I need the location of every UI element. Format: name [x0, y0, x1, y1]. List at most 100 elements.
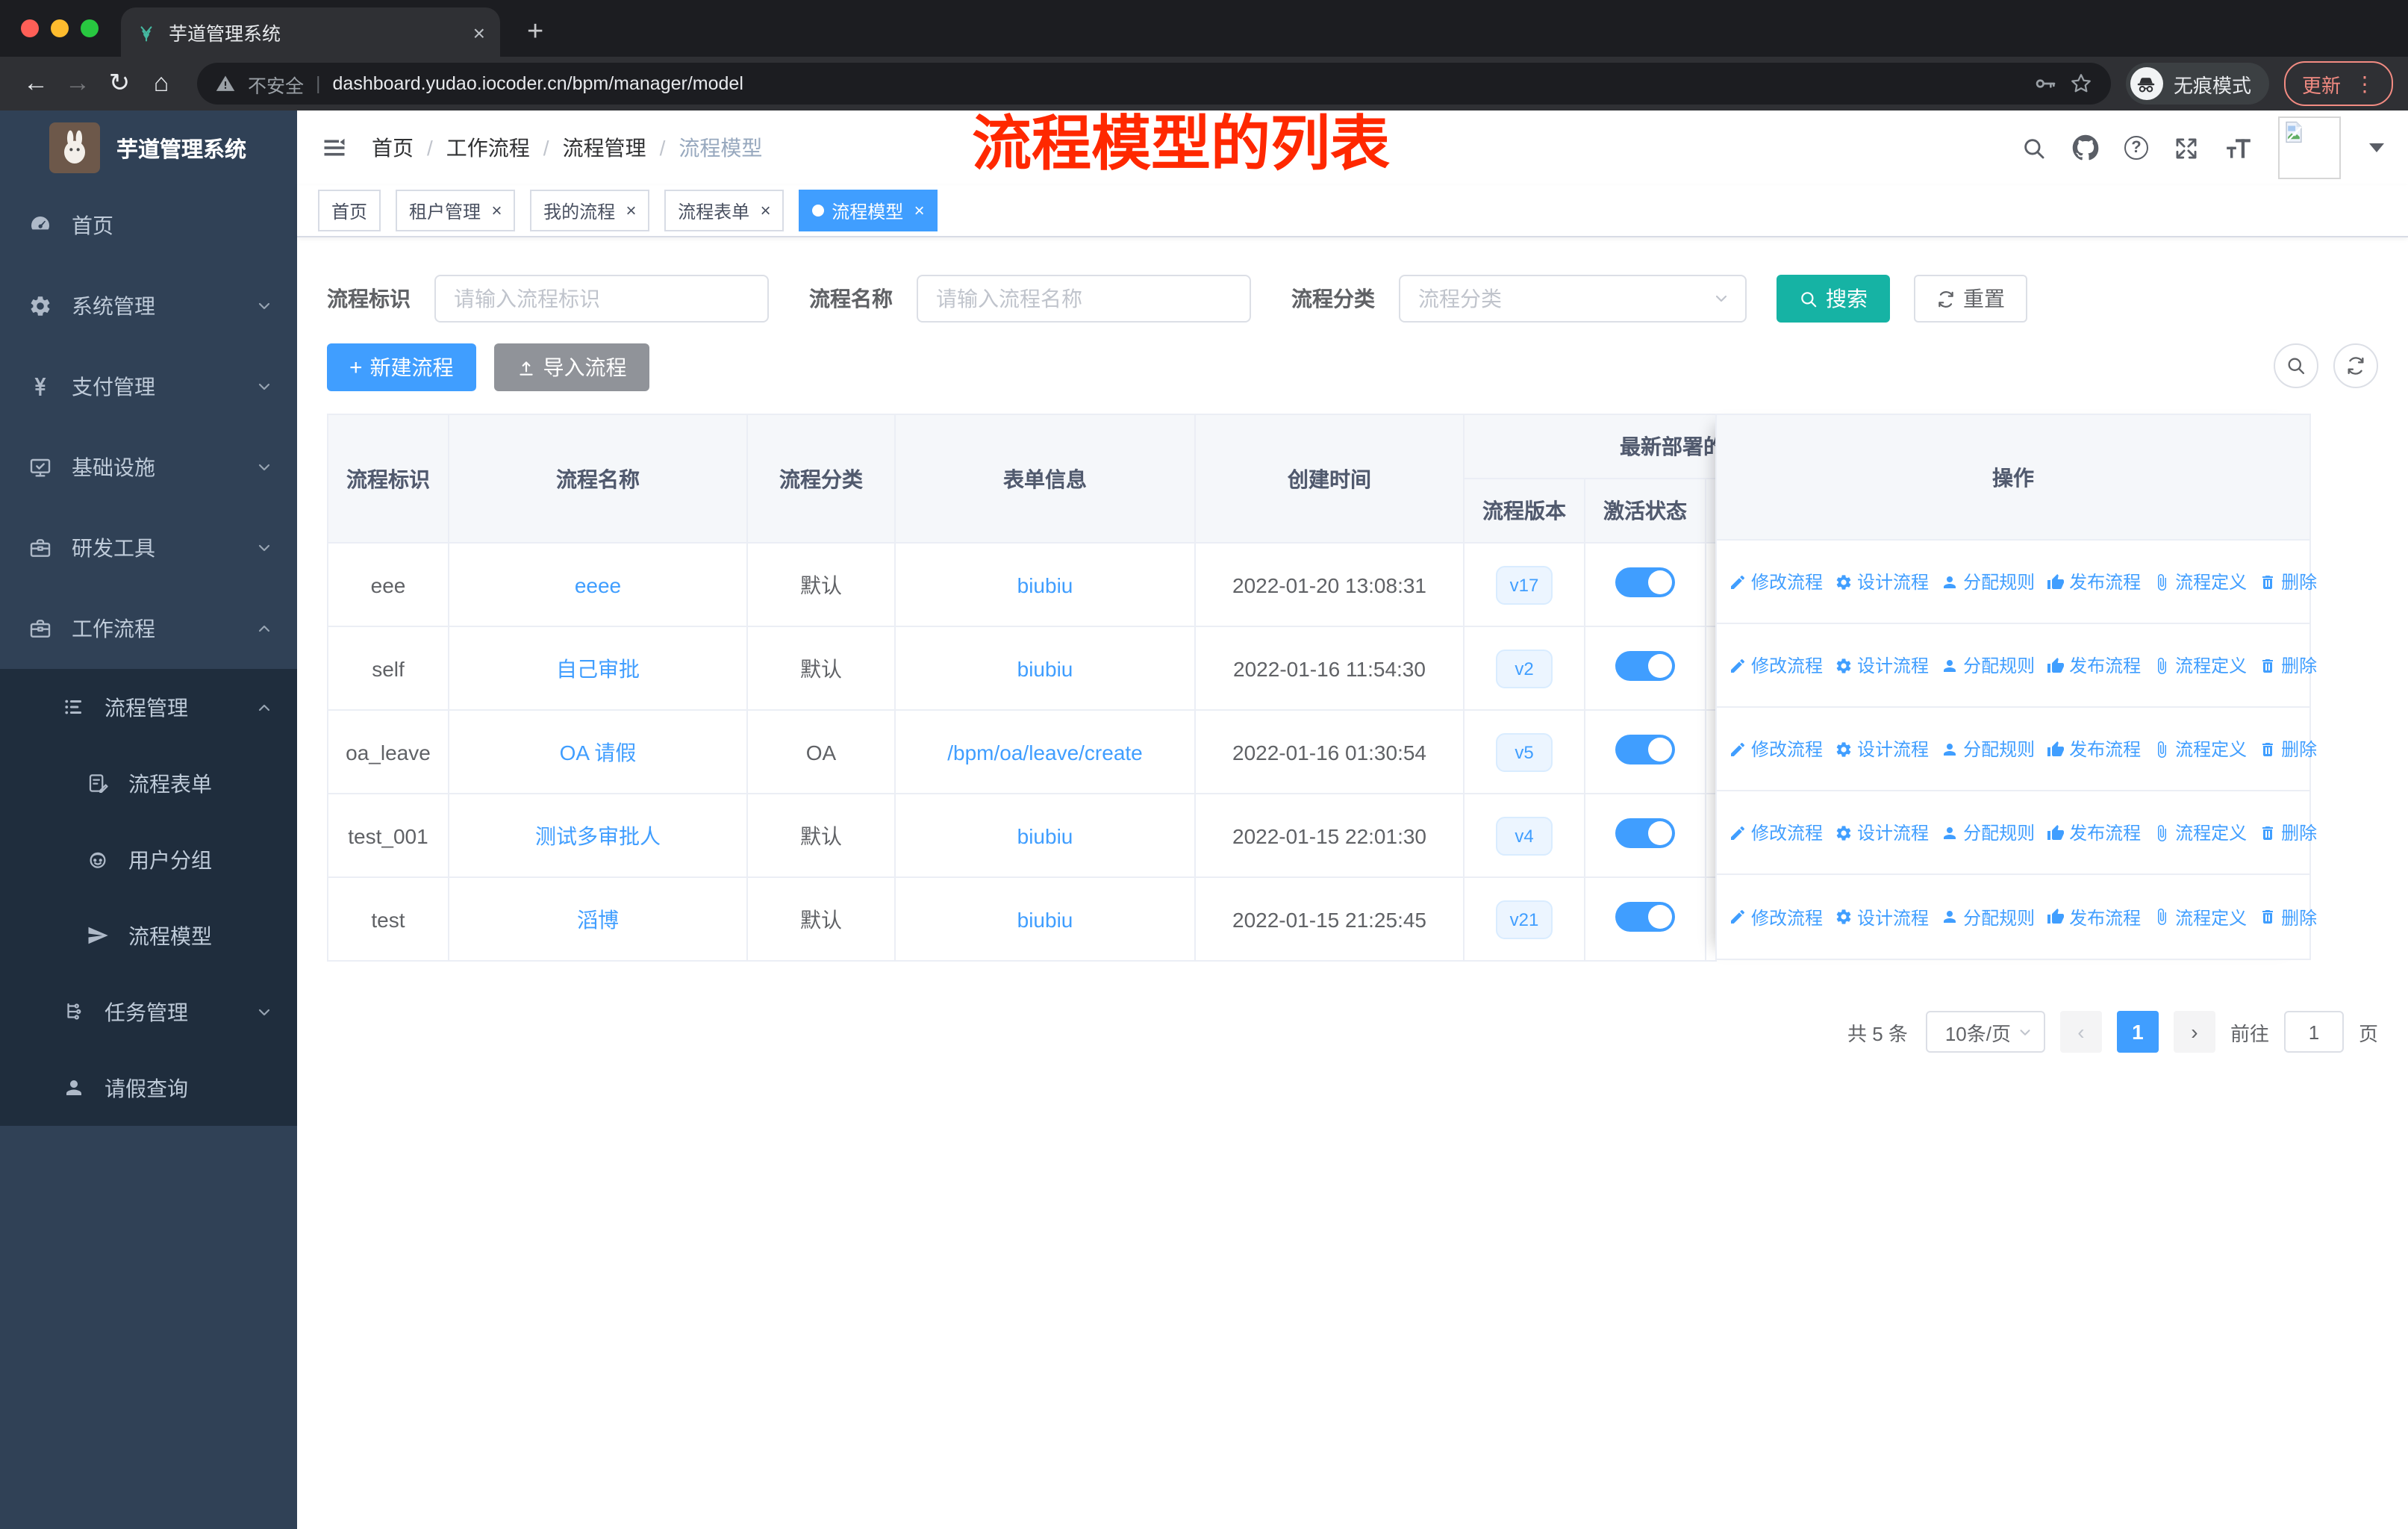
sidebar-subitem[interactable]: 流程模型	[0, 897, 297, 974]
sidebar-item[interactable]: 研发工具	[0, 508, 297, 588]
operation-link[interactable]: 设计流程	[1835, 736, 1929, 762]
font-size-icon[interactable]	[2224, 134, 2253, 162]
operation-link[interactable]: 删除	[2259, 820, 2317, 845]
sidebar-subitem[interactable]: 用户分组	[0, 821, 297, 897]
prev-page-button[interactable]: ‹	[2059, 1011, 2102, 1053]
operation-link[interactable]: 设计流程	[1835, 820, 1929, 845]
fullscreen-icon[interactable]	[2174, 135, 2199, 161]
operation-link[interactable]: 流程定义	[2153, 736, 2247, 762]
sidebar-item[interactable]: 工作流程	[0, 588, 297, 669]
sidebar-logo[interactable]: 芋道管理系统	[0, 110, 297, 185]
breadcrumb-item[interactable]: 首页	[372, 133, 433, 163]
status-toggle[interactable]	[1615, 735, 1675, 764]
form-info-link[interactable]: biubiu	[1017, 823, 1073, 847]
create-process-button[interactable]: + 新建流程	[327, 343, 476, 391]
page-1-button[interactable]: 1	[2116, 1011, 2159, 1053]
operation-link[interactable]: 流程定义	[2153, 820, 2247, 845]
status-toggle[interactable]	[1615, 651, 1675, 681]
search-button[interactable]: 搜索	[1777, 275, 1890, 323]
operation-link[interactable]: 修改流程	[1729, 904, 1823, 929]
process-name-link[interactable]: 自己审批	[556, 656, 640, 680]
avatar-caret-icon[interactable]	[2369, 143, 2384, 152]
version-badge[interactable]: v4	[1496, 816, 1553, 855]
page-size-select[interactable]: 10条/页	[1925, 1011, 2045, 1053]
new-tab-button[interactable]: +	[527, 7, 543, 57]
minimize-window-button[interactable]	[51, 19, 69, 37]
operation-link[interactable]: 修改流程	[1729, 653, 1823, 678]
operation-link[interactable]: 发布流程	[2047, 736, 2141, 762]
sidebar-subitem[interactable]: 请假查询	[0, 1050, 297, 1126]
breadcrumb-item[interactable]: 流程模型	[679, 133, 762, 163]
process-name-link[interactable]: 测试多审批人	[535, 823, 661, 847]
operation-link[interactable]: 发布流程	[2047, 820, 2141, 845]
sidebar-subitem[interactable]: 流程管理	[0, 669, 297, 745]
operation-link[interactable]: 发布流程	[2047, 904, 2141, 929]
form-info-link[interactable]: biubiu	[1017, 907, 1073, 931]
tag-item[interactable]: 租户管理 ×	[396, 190, 516, 231]
tag-close-icon[interactable]: ×	[760, 200, 770, 221]
tab-close-icon[interactable]: ×	[473, 20, 485, 44]
update-label[interactable]: 更新	[2302, 69, 2341, 98]
operation-link[interactable]: 修改流程	[1729, 569, 1823, 594]
tag-close-icon[interactable]: ×	[626, 200, 636, 221]
reset-button[interactable]: 重置	[1914, 275, 2027, 323]
address-bar[interactable]: 不安全 | dashboard.yudao.iocoder.cn/bpm/man…	[197, 63, 2111, 105]
operation-link[interactable]: 分配规则	[1941, 653, 2035, 678]
version-badge[interactable]: v2	[1496, 649, 1553, 688]
sidebar-item[interactable]: 系统管理	[0, 266, 297, 346]
avatar[interactable]	[2278, 116, 2341, 179]
home-button[interactable]: ⌂	[140, 69, 182, 99]
operation-link[interactable]: 删除	[2259, 736, 2317, 762]
process-key-input[interactable]	[434, 275, 769, 323]
goto-page-input[interactable]	[2283, 1011, 2344, 1053]
tag-close-icon[interactable]: ×	[491, 200, 502, 221]
browser-update-button[interactable]: 更新 ⋮	[2283, 61, 2393, 106]
process-name-link[interactable]: OA 请假	[560, 740, 637, 764]
password-key-icon[interactable]	[2033, 72, 2057, 96]
sidebar-subitem[interactable]: 任务管理	[0, 974, 297, 1050]
close-window-button[interactable]	[21, 19, 39, 37]
operation-link[interactable]: 分配规则	[1941, 569, 2035, 594]
operation-link[interactable]: 发布流程	[2047, 569, 2141, 594]
search-icon[interactable]	[2021, 135, 2047, 161]
operation-link[interactable]: 设计流程	[1835, 569, 1929, 594]
operation-link[interactable]: 流程定义	[2153, 904, 2247, 929]
sidebar-item[interactable]: 支付管理	[0, 346, 297, 427]
operation-link[interactable]: 设计流程	[1835, 653, 1929, 678]
status-toggle[interactable]	[1615, 567, 1675, 597]
breadcrumb-item[interactable]: 工作流程	[446, 133, 549, 163]
operation-link[interactable]: 删除	[2259, 569, 2317, 594]
operation-link[interactable]: 分配规则	[1941, 904, 2035, 929]
version-badge[interactable]: v17	[1496, 565, 1553, 604]
github-icon[interactable]	[2072, 134, 2099, 161]
operation-link[interactable]: 分配规则	[1941, 820, 2035, 845]
bookmark-star-icon[interactable]	[2069, 72, 2093, 96]
help-icon[interactable]: ?	[2124, 136, 2148, 160]
operation-link[interactable]: 删除	[2259, 653, 2317, 678]
back-button[interactable]: ←	[15, 69, 57, 99]
window-controls[interactable]	[21, 19, 99, 37]
reload-button[interactable]: ↻	[99, 69, 140, 99]
status-toggle[interactable]	[1615, 818, 1675, 848]
menu-dots-icon[interactable]: ⋮	[2354, 71, 2375, 96]
operation-link[interactable]: 修改流程	[1729, 820, 1823, 845]
status-toggle[interactable]	[1615, 902, 1675, 932]
refresh-table-button[interactable]	[2333, 343, 2378, 388]
operation-link[interactable]: 分配规则	[1941, 736, 2035, 762]
form-info-link[interactable]: biubiu	[1017, 573, 1073, 597]
forward-button[interactable]: →	[57, 69, 99, 99]
operation-link[interactable]: 删除	[2259, 904, 2317, 929]
tag-item[interactable]: 流程表单 ×	[664, 190, 785, 231]
version-badge[interactable]: v21	[1496, 900, 1553, 938]
operation-link[interactable]: 设计流程	[1835, 904, 1929, 929]
form-info-link[interactable]: biubiu	[1017, 656, 1073, 680]
tag-item[interactable]: 首页	[318, 190, 381, 231]
security-label[interactable]: 不安全	[248, 69, 304, 98]
process-name-link[interactable]: 滔博	[577, 907, 619, 931]
next-page-button[interactable]: ›	[2173, 1011, 2215, 1053]
breadcrumb-item[interactable]: 流程管理	[563, 133, 666, 163]
process-category-select[interactable]: 流程分类	[1399, 275, 1747, 323]
sidebar-item[interactable]: 首页	[0, 185, 297, 266]
process-name-input[interactable]	[917, 275, 1251, 323]
url-text[interactable]: dashboard.yudao.iocoder.cn/bpm/manager/m…	[333, 73, 2021, 94]
